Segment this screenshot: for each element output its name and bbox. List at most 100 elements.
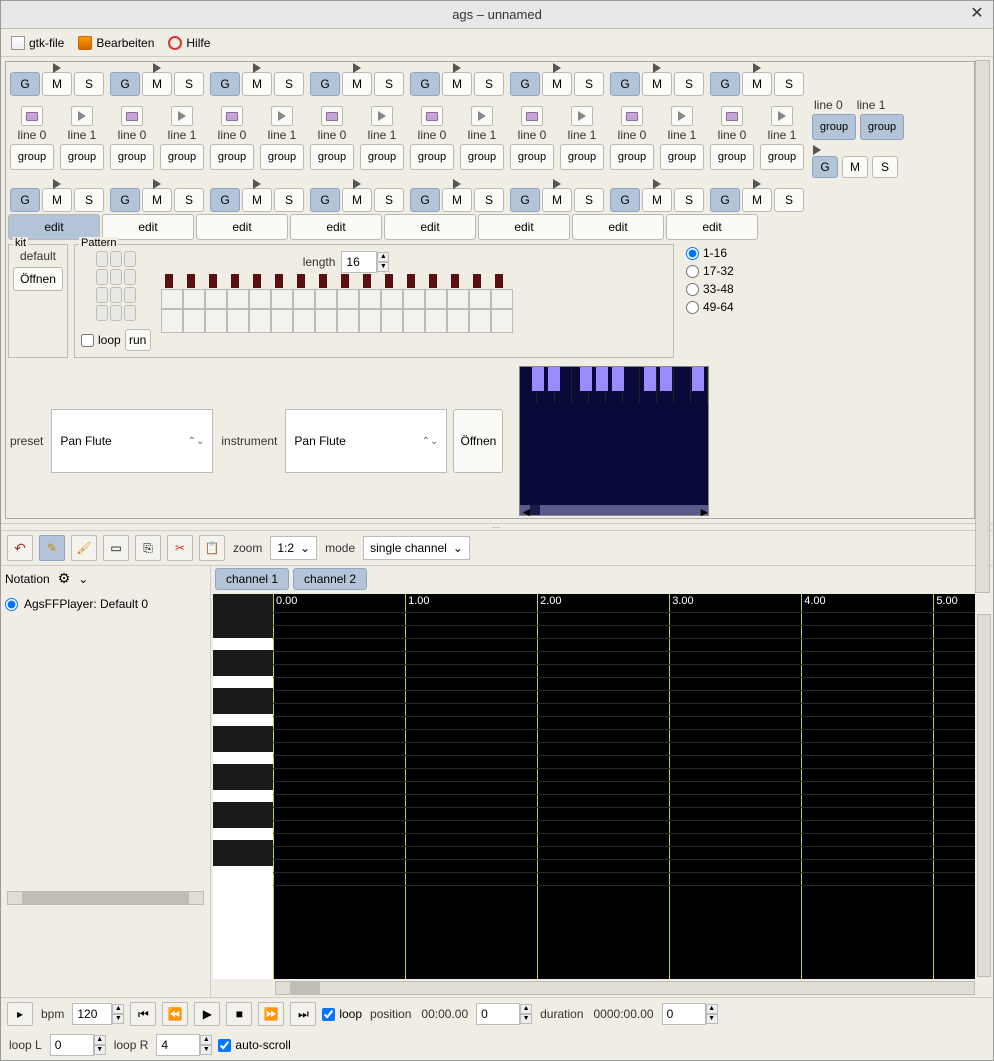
group-button[interactable]: group [60,144,104,170]
s-button[interactable]: S [674,72,704,96]
pattern-step[interactable] [293,289,315,309]
close-icon[interactable]: ✕ [967,5,987,25]
pattern-step[interactable] [447,309,469,333]
pattern-step[interactable] [205,309,227,333]
splitter[interactable] [1,523,993,531]
pattern-step[interactable] [403,309,425,333]
expand-icon[interactable] [453,179,461,189]
group-button[interactable]: group [710,144,754,170]
play-line-button[interactable] [571,106,593,126]
pattern-step[interactable] [227,309,249,333]
pattern-step[interactable] [469,309,491,333]
upper-vscrollbar[interactable] [975,60,990,593]
group-button[interactable]: group [510,144,554,170]
g-button[interactable]: G [210,188,240,212]
group-button[interactable]: group [310,144,354,170]
group-button[interactable]: group [160,144,204,170]
m-button[interactable]: M [242,188,272,212]
m-button[interactable]: M [242,72,272,96]
open-folder-button[interactable] [121,106,143,126]
open-folder-button[interactable] [421,106,443,126]
copy-button[interactable]: ⎘ [135,535,161,561]
m-button[interactable]: M [642,188,672,212]
expand-icon[interactable] [453,63,461,73]
m-button[interactable]: M [542,188,572,212]
expand-icon[interactable] [353,179,361,189]
bank-cell[interactable] [96,251,108,267]
play-line-button[interactable] [371,106,393,126]
expand-icon[interactable] [153,179,161,189]
tab-channel-2[interactable]: channel 2 [293,568,367,590]
expand-icon[interactable] [553,63,561,73]
g-button[interactable]: G [510,72,540,96]
position-offset-spinner[interactable]: ▲▼ [476,1003,532,1025]
m-button[interactable]: M [642,72,672,96]
expand-icon[interactable] [653,179,661,189]
range-49-64[interactable]: 49-64 [686,300,734,314]
pattern-step[interactable] [447,289,469,309]
pattern-step[interactable] [161,289,183,309]
kit-open-button[interactable]: Öffnen [13,267,63,291]
play-line-button[interactable] [271,106,293,126]
transport-expand-button[interactable]: ▸ [7,1002,33,1026]
g-button[interactable]: G [110,188,140,212]
g-button[interactable]: G [510,188,540,212]
preset-combo[interactable]: Pan Flute⌃⌄ [51,409,213,473]
s-button[interactable]: S [774,72,804,96]
m-button[interactable]: M [342,72,372,96]
pattern-step[interactable] [469,289,491,309]
s-button[interactable]: S [174,188,204,212]
pattern-step[interactable] [293,309,315,333]
loopR-spinner[interactable]: ▲▼ [156,1034,212,1056]
chevron-down-icon[interactable]: ⌄ [78,572,88,586]
g-button[interactable]: G [310,188,340,212]
zoom-combo[interactable]: 1:2⌄ [270,536,317,560]
edit-button[interactable]: edit [666,214,758,240]
play-button[interactable]: ▶ [194,1002,220,1026]
m-button[interactable]: M [142,72,172,96]
expand-icon[interactable] [353,63,361,73]
play-line-button[interactable] [71,106,93,126]
s-button[interactable]: S [74,72,104,96]
g-button[interactable]: G [710,188,740,212]
play-line-button[interactable] [771,106,793,126]
piano-roll-hscrollbar[interactable] [275,981,975,995]
pattern-step[interactable] [183,309,205,333]
length-input[interactable] [341,251,377,273]
select-tool-button[interactable]: ▭ [103,535,129,561]
instrument-combo[interactable]: Pan Flute⌃⌄ [285,409,447,473]
play-line-button[interactable] [671,106,693,126]
note-grid[interactable]: 0.00 1.00 2.00 3.00 4.00 5.00 for(let i=… [273,594,975,979]
pattern-step[interactable] [183,289,205,309]
g-button[interactable]: G [812,156,838,178]
menu-file[interactable]: gtk-file [11,36,64,50]
open-folder-button[interactable] [221,106,243,126]
pattern-step[interactable] [227,289,249,309]
group-button[interactable]: group [610,144,654,170]
piano-roll[interactable]: for(let i=0;i<7;i++)document.write('<div… [213,594,975,979]
edit-button[interactable]: edit [290,214,382,240]
group-button[interactable]: group [560,144,604,170]
expand-icon[interactable] [653,63,661,73]
sidebar-scrollbar[interactable] [7,891,204,905]
group-button[interactable]: group [10,144,54,170]
pencil-tool-button[interactable]: ✎ [39,535,65,561]
loop-checkbox[interactable]: loop [81,333,121,347]
g-button[interactable]: G [710,72,740,96]
range-1-16[interactable]: 1-16 [686,246,734,260]
pattern-step[interactable] [425,289,447,309]
expand-icon[interactable] [753,179,761,189]
open-folder-button[interactable] [21,106,43,126]
pattern-step[interactable] [315,309,337,333]
g-button[interactable]: G [110,72,140,96]
preview-scrollbar[interactable]: ◄► [520,505,708,515]
expand-icon[interactable] [153,63,161,73]
group-button[interactable]: group [860,114,904,140]
g-button[interactable]: G [610,188,640,212]
s-button[interactable]: S [174,72,204,96]
s-button[interactable]: S [872,156,898,178]
duration-offset-spinner[interactable]: ▲▼ [662,1003,718,1025]
m-button[interactable]: M [842,156,868,178]
g-button[interactable]: G [610,72,640,96]
expand-icon[interactable] [753,63,761,73]
